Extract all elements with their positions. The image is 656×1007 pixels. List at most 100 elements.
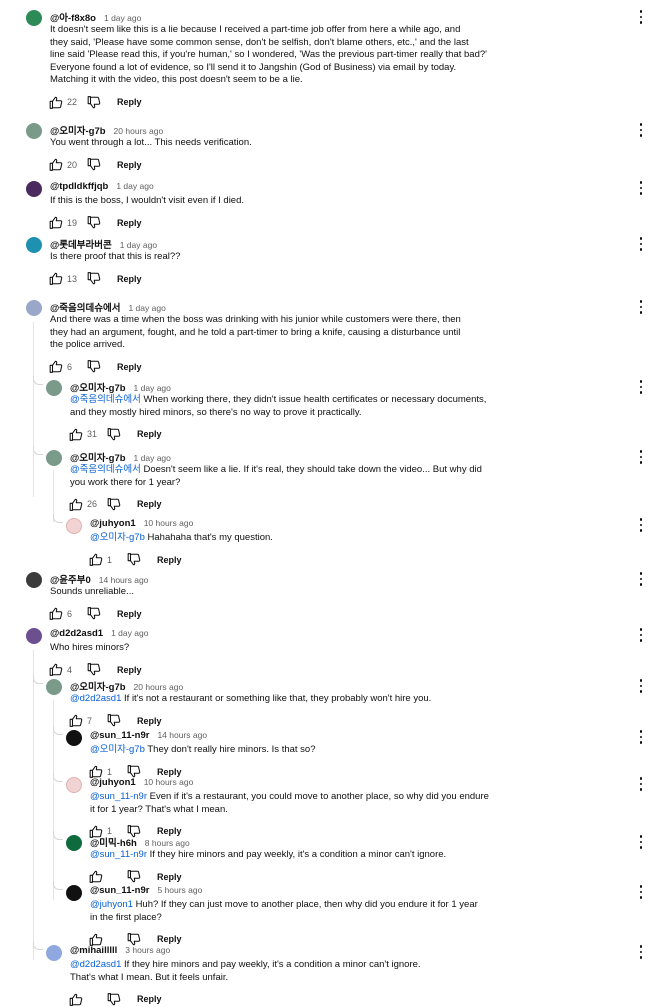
- dislike-icon[interactable]: [127, 932, 141, 946]
- more-options-icon[interactable]: [638, 181, 644, 195]
- avatar[interactable]: [46, 380, 62, 396]
- mention-link[interactable]: @juhyon1: [90, 899, 133, 910]
- username[interactable]: @아-f8x8o: [50, 13, 96, 24]
- avatar[interactable]: [66, 777, 82, 793]
- timestamp[interactable]: 1 day ago: [104, 13, 141, 23]
- dislike-icon[interactable]: [87, 95, 101, 109]
- timestamp[interactable]: 1 day ago: [116, 181, 153, 191]
- more-options-icon[interactable]: [638, 835, 644, 849]
- reply-button[interactable]: Reply: [137, 994, 162, 1004]
- more-options-icon[interactable]: [638, 123, 644, 137]
- more-options-icon[interactable]: [638, 885, 644, 899]
- avatar[interactable]: [26, 572, 42, 588]
- username[interactable]: @윤주부0: [50, 575, 91, 586]
- reply-button[interactable]: Reply: [117, 218, 142, 228]
- avatar[interactable]: [46, 450, 62, 466]
- like-icon[interactable]: [49, 360, 63, 374]
- timestamp[interactable]: 10 hours ago: [144, 518, 194, 528]
- more-options-icon[interactable]: [638, 777, 644, 791]
- like-icon[interactable]: [49, 96, 63, 109]
- more-options-icon[interactable]: [638, 300, 644, 314]
- avatar[interactable]: [66, 885, 82, 901]
- reply-button[interactable]: Reply: [117, 97, 142, 107]
- timestamp[interactable]: 1 day ago: [134, 383, 171, 393]
- dislike-icon[interactable]: [127, 870, 141, 883]
- like-icon[interactable]: [89, 553, 103, 566]
- avatar[interactable]: [26, 123, 42, 139]
- mention-link[interactable]: @죽음의데슈에서: [70, 464, 141, 475]
- timestamp[interactable]: 20 hours ago: [134, 682, 184, 692]
- avatar[interactable]: [66, 518, 82, 534]
- more-options-icon[interactable]: [638, 237, 644, 251]
- mention-link[interactable]: @sun_11-n9r: [90, 849, 147, 860]
- avatar[interactable]: [26, 628, 42, 644]
- timestamp[interactable]: 8 hours ago: [145, 838, 190, 848]
- username[interactable]: @오미자-g7b: [70, 383, 126, 394]
- reply-button[interactable]: Reply: [137, 429, 162, 439]
- avatar[interactable]: [26, 10, 42, 26]
- timestamp[interactable]: 10 hours ago: [144, 777, 194, 787]
- dislike-icon[interactable]: [87, 360, 101, 373]
- dislike-icon[interactable]: [107, 992, 121, 1006]
- reply-button[interactable]: Reply: [157, 872, 182, 882]
- username[interactable]: @tpdldkffjqb: [50, 181, 108, 192]
- avatar[interactable]: [26, 300, 42, 316]
- more-options-icon[interactable]: [638, 945, 644, 959]
- dislike-icon[interactable]: [87, 158, 101, 171]
- dislike-icon[interactable]: [87, 607, 101, 620]
- reply-button[interactable]: Reply: [117, 362, 142, 372]
- more-options-icon[interactable]: [638, 450, 644, 464]
- mention-link[interactable]: @오미자-g7b: [90, 532, 145, 543]
- timestamp[interactable]: 1 day ago: [111, 628, 148, 638]
- like-icon[interactable]: [69, 428, 83, 441]
- reply-button[interactable]: Reply: [117, 609, 142, 619]
- username[interactable]: @juhyon1: [90, 518, 136, 529]
- like-icon[interactable]: [49, 158, 63, 171]
- like-icon[interactable]: [49, 663, 63, 676]
- more-options-icon[interactable]: [638, 679, 644, 693]
- timestamp[interactable]: 14 hours ago: [157, 730, 207, 740]
- reply-button[interactable]: Reply: [117, 274, 142, 284]
- dislike-icon[interactable]: [87, 272, 101, 285]
- like-icon[interactable]: [49, 216, 63, 229]
- avatar[interactable]: [46, 679, 62, 695]
- timestamp[interactable]: 20 hours ago: [114, 126, 164, 136]
- username[interactable]: @롯데부라버콘: [50, 240, 112, 251]
- like-icon[interactable]: [89, 933, 103, 946]
- more-options-icon[interactable]: [638, 628, 644, 642]
- avatar[interactable]: [66, 730, 82, 746]
- more-options-icon[interactable]: [638, 10, 644, 24]
- reply-button[interactable]: Reply: [117, 665, 142, 675]
- username[interactable]: @sun_11-n9r: [90, 730, 149, 741]
- timestamp[interactable]: 14 hours ago: [99, 575, 149, 585]
- username[interactable]: @juhyon1: [90, 777, 136, 788]
- username[interactable]: @죽음의데슈에서: [50, 303, 120, 314]
- like-icon[interactable]: [49, 272, 63, 285]
- like-icon[interactable]: [69, 714, 83, 727]
- more-options-icon[interactable]: [638, 518, 644, 532]
- username[interactable]: @미믹-h6h: [90, 838, 137, 849]
- avatar[interactable]: [66, 835, 82, 851]
- avatar[interactable]: [26, 237, 42, 253]
- mention-link[interactable]: @d2d2asd1: [70, 959, 121, 970]
- dislike-icon[interactable]: [107, 427, 121, 441]
- reply-button[interactable]: Reply: [137, 499, 162, 509]
- mention-link[interactable]: @오미자-g7b: [90, 744, 145, 755]
- timestamp[interactable]: 3 hours ago: [125, 945, 170, 955]
- dislike-icon[interactable]: [107, 497, 121, 511]
- mention-link[interactable]: @죽음의데슈에서: [70, 394, 141, 405]
- username[interactable]: @오미자-g7b: [70, 453, 126, 464]
- dislike-icon[interactable]: [127, 553, 141, 566]
- more-options-icon[interactable]: [638, 380, 644, 394]
- more-options-icon[interactable]: [638, 572, 644, 586]
- username[interactable]: @오미자-g7b: [50, 126, 106, 137]
- like-icon[interactable]: [69, 993, 83, 1006]
- avatar[interactable]: [26, 181, 42, 197]
- like-icon[interactable]: [49, 607, 63, 620]
- avatar[interactable]: [46, 945, 62, 961]
- dislike-icon[interactable]: [87, 663, 101, 676]
- username[interactable]: @sun_11-n9r: [90, 885, 149, 896]
- reply-button[interactable]: Reply: [117, 160, 142, 170]
- timestamp[interactable]: 1 day ago: [120, 240, 157, 250]
- dislike-icon[interactable]: [107, 714, 121, 727]
